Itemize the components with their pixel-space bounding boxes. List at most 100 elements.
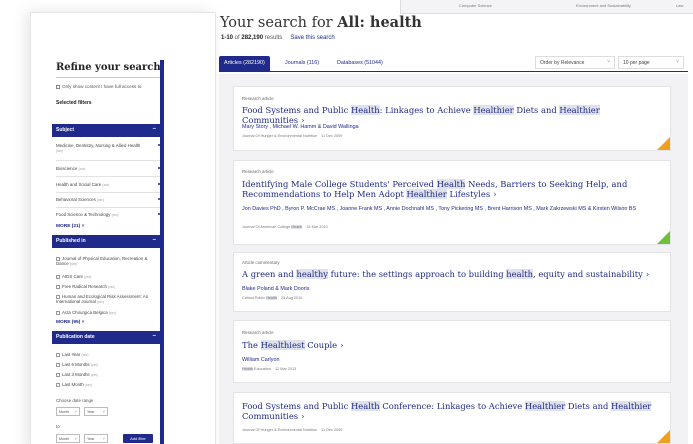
bg-col-1: Computer Science [459,3,492,8]
result-type: Research article [242,330,274,335]
result-journal[interactable]: Journal Of American College [242,225,291,229]
result-title[interactable]: A green and healthy future: the settings… [242,269,657,279]
journal-filter-item[interactable]: Free Radical Research (xxx) [56,284,160,290]
result-title[interactable]: Identifying Male College Students' Perce… [242,179,657,199]
result-journal[interactable]: Journal Of Hunger & Environmental Nutrit… [242,134,317,138]
from-month-select[interactable]: Month ˅ [56,407,80,416]
tab-journals[interactable]: Journals (116) [280,56,324,71]
subject-more-link[interactable]: MORE (21) ˅ [56,224,84,229]
result-journal-highlight: Health [266,296,278,300]
date-filter-item[interactable]: Last 6 Months (xxx) [56,362,160,368]
subject-item[interactable]: Bioscience (xxx) [56,166,160,172]
to-year-select[interactable]: Year ˅ [84,434,108,443]
fulltext-filter[interactable]: Only show content I have full access to [56,84,160,89]
result-journal-highlight: Health [291,225,303,229]
journal-filter-item[interactable]: Acta Chirurgica Belgica (xxx) [56,310,160,316]
chevron-right-icon: › [645,269,650,279]
chevron-right-icon: › [493,189,497,199]
bg-col-3: Law [676,3,684,8]
checkbox[interactable] [56,310,60,315]
checkbox[interactable] [56,372,60,377]
journal-filter-item[interactable]: Journal of Physical Education, Recreatio… [56,256,160,267]
to-month-value: Month [59,437,69,441]
result-card[interactable]: Research article Food Systems and Public… [233,86,671,151]
journal-filter-label: Free Radical Research [62,284,107,289]
subject-item[interactable]: Food Science & Technology (xxx) [56,212,160,218]
chevron-right-icon: › [301,411,305,421]
divider [56,160,160,161]
subject-section-header[interactable]: Subject – [52,124,160,137]
open-access-icon [657,137,670,150]
subject-item-count: (xxx) [78,167,86,171]
journal-filter-item[interactable]: AIDS Care (xxx) [56,274,160,280]
subject-item-label: Health and Social Care [56,182,102,187]
result-authors[interactable]: William Carlyon [242,357,662,364]
result-title[interactable]: Food Systems and Public Health: Linkages… [242,105,657,125]
subject-item[interactable]: Medicine, Dentistry, Nursing & Allied He… [56,143,160,154]
fulltext-checkbox[interactable] [56,84,60,89]
save-search-link[interactable]: Save this search [290,35,334,41]
fulltext-label: Only show content I have full access to [62,84,142,89]
tab-databases[interactable]: Databases (51044) [332,56,388,71]
result-journal[interactable]: Education [253,367,271,371]
checkbox[interactable] [56,382,60,387]
date-filter-count: (xxx) [90,373,98,377]
result-journal-highlight[interactable]: Health [242,367,253,371]
open-access-icon [657,430,670,443]
result-title[interactable]: The Healthiest Couple › [242,340,657,350]
date-filter-item[interactable]: Last Month (xxx) [56,382,160,388]
subject-item-count: (xxx) [56,149,63,154]
publication-date-section-header[interactable]: Publication date – [52,331,160,344]
result-authors[interactable]: Blake Poland & Mark Dooris [242,286,662,293]
refine-divider [56,77,160,78]
journal-filter-count: (xxx) [84,275,92,279]
result-date: 11 Dec 2009 [321,134,343,138]
minus-icon[interactable]: – [153,333,156,339]
result-meta: Health Education 12 Mar 2013 [242,367,296,371]
add-filter-button[interactable]: Add filter [123,434,153,443]
minus-icon[interactable]: – [153,126,156,132]
result-journal[interactable]: Critical Public [242,296,266,300]
results-total: 282,190 [241,35,264,41]
date-filter-item[interactable]: Last Year (xxx) [56,352,160,358]
to-month-select[interactable]: Month ˅ [56,434,80,443]
from-month-value: Month [59,410,69,414]
divider [56,192,160,193]
chevron-down-icon: ˅ [676,59,679,65]
result-card[interactable]: Food Systems and Public Health Conferenc… [233,392,671,444]
published-in-label: Published in [56,238,86,244]
result-date: 24 Mar 2010 [306,225,328,229]
bullet-icon [158,213,160,215]
published-in-section-header[interactable]: Published in – [52,235,160,248]
result-card[interactable]: Article commentary A green and healthy f… [233,252,671,312]
subject-item[interactable]: Behavioral Sciences (xxx) [56,197,160,203]
date-filter-item[interactable]: Last 3 Months (xxx) [56,372,160,378]
published-in-more-link[interactable]: MORE (95) ˅ [56,320,84,325]
minus-icon[interactable]: – [153,237,156,243]
chevron-down-icon: ˅ [102,436,105,441]
from-year-select[interactable]: Year ˅ [84,407,108,416]
checkbox[interactable] [56,284,60,289]
checkbox[interactable] [56,274,60,279]
chevron-down-icon: ˅ [74,436,77,441]
result-authors[interactable]: Mary Story , Michael W. Hamm & David Wal… [242,124,662,131]
per-page-select[interactable]: 10 per page ˅ [618,56,684,69]
subject-item[interactable]: Health and Social Care (xxx) [56,182,160,188]
results-range: 1-10 [221,35,234,41]
bullet-icon [158,198,160,200]
page-title-prefix: Your search for [220,15,338,31]
tab-articles[interactable]: Articles (282190) [219,56,270,71]
journal-filter-label: Acta Chirurgica Belgica [62,310,108,315]
result-title[interactable]: Food Systems and Public Health Conferenc… [242,401,657,421]
checkbox[interactable] [56,352,60,357]
result-card[interactable]: Research article Identifying Male Colleg… [233,160,671,245]
result-card[interactable]: Research article The Healthiest Couple › … [233,320,671,383]
result-authors[interactable]: Jon Davies PhD , Byron P. McCrae MS , Jo… [242,206,662,213]
date-filter-count: (xxx) [81,353,89,357]
sort-select[interactable]: Order by Relevance ˅ [535,56,615,69]
checkbox[interactable] [56,362,60,367]
journal-filter-item[interactable]: Human and Ecological Risk Assessment: An… [56,294,160,305]
result-journal[interactable]: Journal Of Hunger & Environmental Nutrit… [242,428,317,432]
subject-item-label: Medicine, Dentistry, Nursing & Allied He… [56,143,141,148]
results-count: 1-10 of 282,190 results Save this search [221,35,335,41]
